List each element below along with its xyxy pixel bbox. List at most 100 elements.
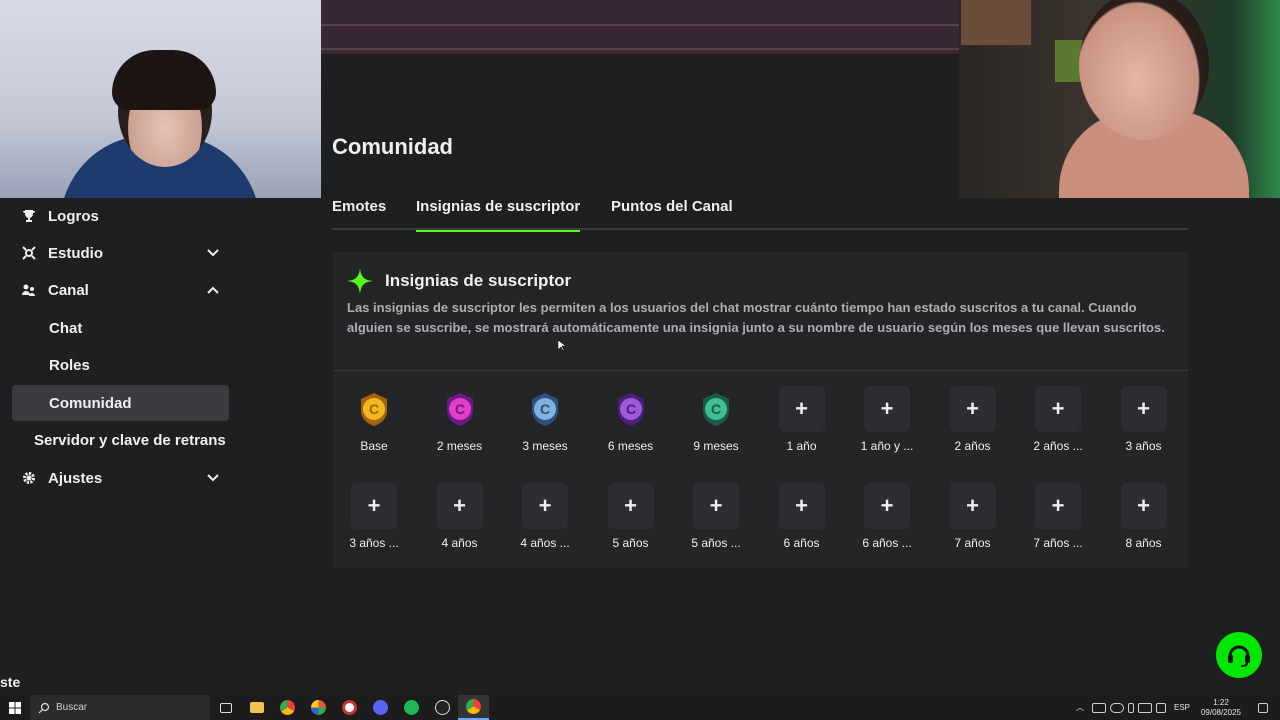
plus-icon: + [1051,493,1065,518]
badge-slot[interactable]: +7 años ... [1017,483,1103,563]
badge-slot[interactable]: C 6 meses [590,386,676,466]
sidebar-item-logros[interactable]: Logros [12,198,229,234]
add-badge-button[interactable]: + [1120,386,1167,432]
add-badge-button[interactable]: + [1120,483,1167,529]
gear-icon [14,471,44,485]
chevron-up-icon[interactable]: ︿ [1076,702,1084,713]
svg-text:C: C [540,401,550,417]
add-badge-button[interactable]: + [607,483,654,529]
notification-icon[interactable] [1258,702,1268,713]
file-explorer-icon[interactable] [241,695,272,720]
sidebar-item-label: Ajustes [48,469,103,487]
overlay-text: ste [0,674,21,690]
add-badge-button[interactable]: + [1035,386,1081,432]
recording-app-icon[interactable] [334,695,365,720]
badge-slot[interactable]: +2 años [932,386,1018,466]
add-badge-button[interactable]: + [778,386,825,432]
badge-slot[interactable]: +1 año [761,386,847,466]
badge-slot[interactable]: +2 años ... [1017,386,1103,466]
sidebar-item-ajustes[interactable]: Ajustes [12,460,229,496]
badge-image[interactable]: C [693,386,739,432]
add-badge-button[interactable]: + [864,386,910,432]
blue-c-badge-icon: C [532,393,558,426]
badge-image[interactable]: C [351,386,397,432]
badge-slot[interactable]: C 2 meses [419,386,505,466]
microphone-icon[interactable] [1127,702,1134,713]
badge-label: 2 meses [436,439,483,453]
plus-icon: + [966,493,979,518]
taskbar-search[interactable]: Buscar [30,695,210,720]
sparkle-icon [347,268,373,294]
badge-slot[interactable]: +3 años ... [333,483,419,563]
add-badge-button[interactable]: + [778,483,825,529]
badge-slot[interactable]: C Base [333,386,419,466]
chrome-active-icon[interactable] [458,695,489,720]
add-badge-button[interactable]: + [864,483,910,529]
badge-slot[interactable]: +1 año y ... [846,386,932,466]
card-title: Insignias de suscriptor [385,271,572,290]
plus-icon: + [880,493,894,518]
mouse-cursor-icon [558,340,566,352]
badge-label: 3 años ... [349,536,399,550]
tab-insignias[interactable]: Insignias de suscriptor [416,198,581,232]
windows-start-button[interactable] [0,695,30,720]
cloud-icon[interactable] [1109,702,1124,713]
badge-slot[interactable]: +7 años [932,483,1018,563]
add-badge-button[interactable]: + [693,483,739,529]
tab-puntos[interactable]: Puntos del Canal [611,198,733,230]
badge-label: 1 año [786,439,817,453]
add-badge-button[interactable]: + [949,483,996,529]
sidebar-item-chat[interactable]: Chat [12,310,229,346]
trophy-icon [14,209,44,223]
channel-banner [321,0,959,54]
task-view-icon[interactable] [210,695,241,720]
browser-icon[interactable] [303,695,334,720]
tab-emotes[interactable]: Emotes [332,198,386,230]
speaker-icon[interactable] [1155,702,1166,713]
badge-image[interactable]: C [522,386,568,432]
badge-label: 2 años [954,439,991,453]
sidebar-item-estudio[interactable]: Estudio [12,235,229,271]
add-badge-button[interactable]: + [1035,483,1081,529]
sidebar-item-label: Logros [48,207,99,225]
support-button[interactable] [1216,632,1262,678]
discord-icon[interactable] [365,695,396,720]
clock-time: 1:22 [1213,697,1229,707]
badge-image[interactable]: C [437,386,483,432]
chevron-down-icon [207,249,219,257]
spotify-icon[interactable] [396,695,427,720]
badge-slot[interactable]: C 9 meses [675,386,761,466]
badge-slot[interactable]: +5 años [590,483,676,563]
badge-slot[interactable]: +6 años ... [846,483,932,563]
card-description: Las insignias de suscriptor les permiten… [347,300,1165,335]
sidebar-item-servidor[interactable]: Servidor y clave de retrans [12,422,229,458]
network-icon[interactable] [1137,702,1152,713]
badge-label: 6 años [783,536,820,550]
chrome-icon[interactable] [272,695,303,720]
badge-slot[interactable]: C 3 meses [504,386,590,466]
badge-slot[interactable]: +8 años [1103,483,1189,563]
badge-label: Base [360,439,388,453]
obs-icon[interactable] [427,695,458,720]
plus-icon: + [1137,493,1150,518]
sidebar-item-label: Chat [49,319,83,337]
badge-slot[interactable]: +4 años ... [504,483,590,563]
tray-app-icon[interactable] [1091,702,1106,713]
clock[interactable]: 1:22 09/08/2025 [1196,698,1246,718]
badge-label: 9 meses [693,439,739,453]
sidebar-item-canal[interactable]: Canal [12,272,229,308]
sidebar-item-roles[interactable]: Roles [12,347,229,383]
add-badge-button[interactable]: + [351,483,397,529]
badge-slot[interactable]: +4 años [419,483,505,563]
badge-slot[interactable]: +3 años [1103,386,1189,466]
svg-text:C: C [454,401,464,417]
add-badge-button[interactable]: + [522,483,568,529]
plus-icon: + [367,493,381,518]
add-badge-button[interactable]: + [436,483,483,529]
sidebar-item-comunidad[interactable]: Comunidad [12,385,229,421]
add-badge-button[interactable]: + [949,386,996,432]
badge-slot[interactable]: +5 años ... [675,483,761,563]
language-indicator[interactable]: ESP [1174,703,1190,712]
badge-slot[interactable]: +6 años [761,483,847,563]
badge-image[interactable]: C [608,386,654,432]
